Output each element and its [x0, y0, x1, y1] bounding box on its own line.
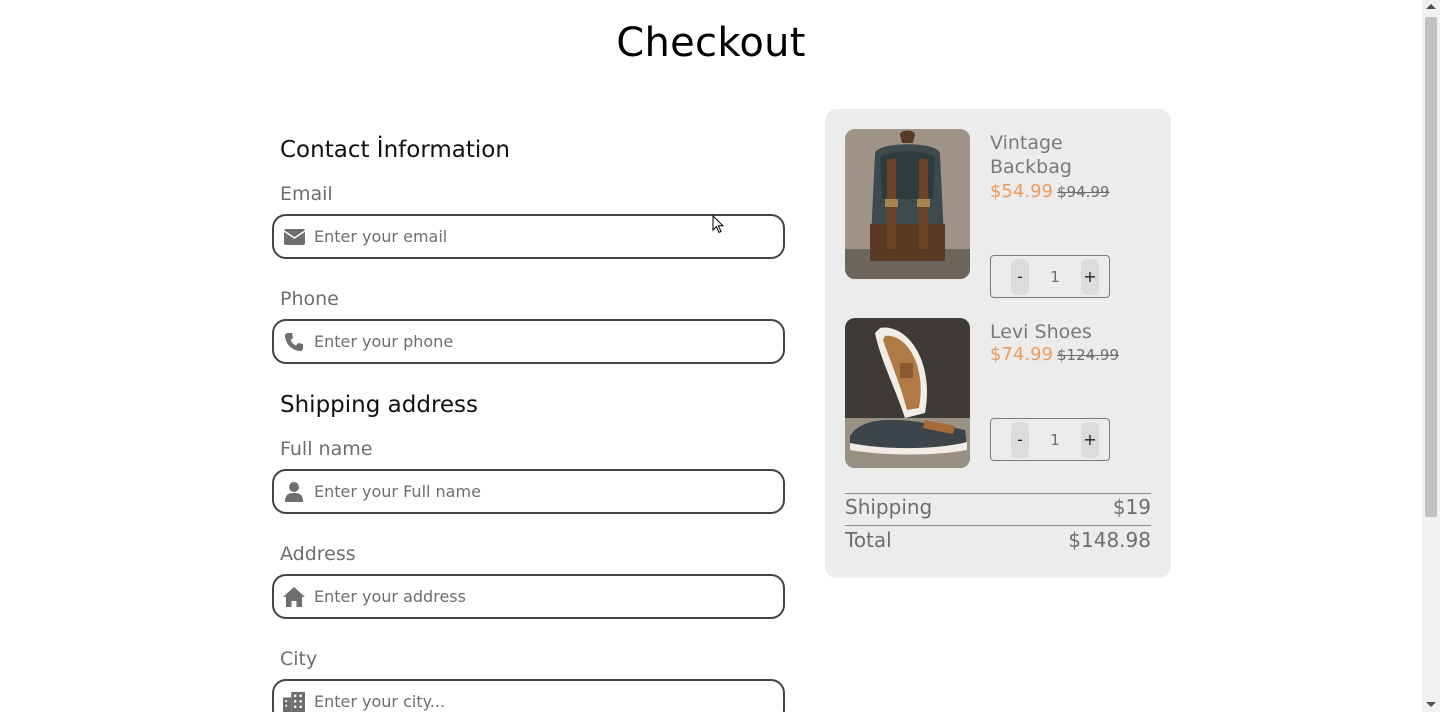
phone-label: Phone — [280, 288, 339, 310]
cart-summary: Vintage Backbag $54.99 $94.99 - 1 + Levi … — [825, 109, 1171, 578]
address-label: Address — [280, 543, 356, 565]
quantity-stepper: - 1 + — [990, 418, 1110, 461]
price-row: $74.99 $124.99 — [990, 344, 1119, 365]
backpack-photo — [845, 129, 970, 279]
home-icon — [283, 586, 305, 608]
page-title: Checkout — [616, 20, 806, 66]
decrease-button[interactable]: - — [1011, 258, 1029, 295]
full-name-input[interactable] — [314, 482, 754, 501]
cart-item: Vintage Backbag $54.99 $94.99 - 1 + — [845, 129, 1151, 298]
quantity-stepper: - 1 + — [990, 255, 1110, 298]
phone-icon — [283, 331, 305, 353]
address-input[interactable] — [314, 587, 754, 606]
shoes-photo — [845, 318, 970, 468]
cart-item: Levi Shoes $74.99 $124.99 - 1 + — [845, 318, 1151, 468]
product-name: Vintage Backbag — [990, 132, 1072, 178]
quantity-value[interactable]: 1 — [1050, 431, 1060, 449]
building-icon — [283, 691, 305, 712]
user-icon — [283, 481, 305, 503]
shipping-row: Shipping $19 — [845, 495, 1151, 519]
email-input[interactable] — [314, 227, 754, 246]
envelope-icon — [283, 226, 305, 248]
product-old-price: $124.99 — [1056, 346, 1120, 364]
phone-input[interactable] — [314, 332, 754, 351]
scroll-down-arrow-icon[interactable] — [1426, 702, 1436, 707]
address-field-wrapper — [272, 574, 785, 619]
increase-button[interactable]: + — [1080, 258, 1099, 295]
email-field-wrapper — [272, 214, 785, 259]
vertical-scrollbar[interactable] — [1422, 0, 1440, 712]
divider — [845, 493, 1151, 494]
product-old-price: $94.99 — [1056, 183, 1110, 201]
mouse-cursor-icon — [712, 214, 725, 238]
shipping-label: Shipping — [845, 495, 933, 519]
quantity-value[interactable]: 1 — [1050, 268, 1060, 286]
shipping-heading: Shipping address — [280, 392, 479, 418]
shipping-value: $19 — [1112, 495, 1151, 519]
city-input[interactable] — [314, 692, 754, 711]
price-row: $54.99 $94.99 — [990, 181, 1109, 202]
scrollbar-thumb[interactable] — [1425, 17, 1437, 517]
city-field-wrapper — [272, 679, 785, 712]
contact-heading: Contact İnformation — [280, 137, 510, 163]
scroll-up-arrow-icon[interactable] — [1426, 4, 1436, 9]
divider — [845, 525, 1151, 526]
product-price: $74.99 — [990, 344, 1053, 365]
product-name: Levi Shoes — [990, 321, 1092, 343]
full-name-label: Full name — [280, 438, 373, 460]
total-row: Total $148.98 — [845, 528, 1151, 552]
decrease-button[interactable]: - — [1011, 421, 1029, 458]
city-label: City — [280, 648, 318, 670]
phone-field-wrapper — [272, 319, 785, 364]
total-value: $148.98 — [1068, 528, 1151, 552]
total-label: Total — [845, 528, 892, 552]
email-label: Email — [280, 183, 333, 205]
full-name-field-wrapper — [272, 469, 785, 514]
product-price: $54.99 — [990, 181, 1053, 202]
increase-button[interactable]: + — [1080, 421, 1099, 458]
